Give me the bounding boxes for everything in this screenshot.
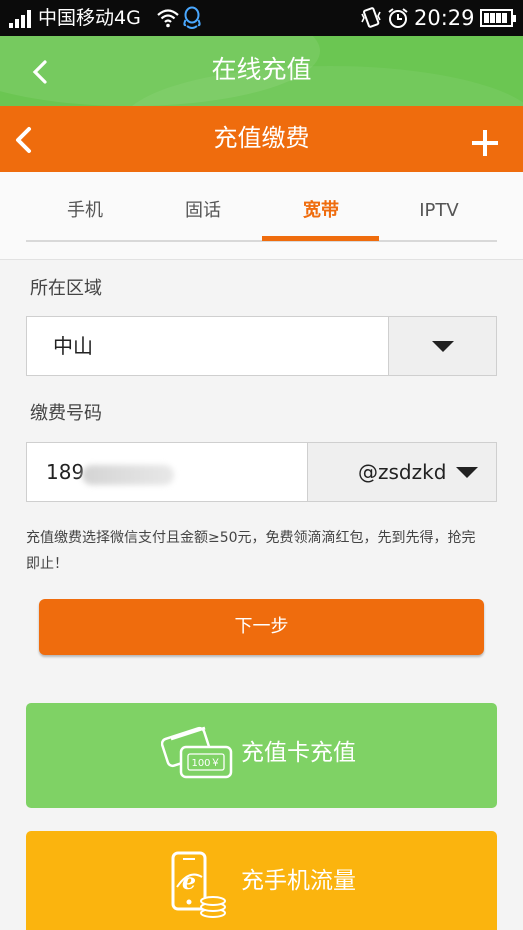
wifi-icon [157, 9, 179, 28]
carrier-label: 中国移动4G [38, 7, 141, 29]
suffix-dropdown[interactable]: @zsdzkd [307, 442, 497, 502]
alarm-icon [388, 8, 408, 28]
region-value: 中山 [53, 334, 93, 358]
inner-header: 充值缴费 [0, 106, 523, 172]
next-step-button[interactable]: 下一步 [39, 599, 484, 655]
number-label: 缴费号码 [30, 403, 102, 424]
recharge-card-icon: 100￥ [161, 726, 233, 779]
tab-iptv[interactable]: IPTV [380, 199, 498, 223]
signal-icon [9, 10, 31, 28]
region-label: 所在区域 [30, 278, 102, 299]
tab-bar: 手机 固话 宽带 IPTV [0, 172, 523, 260]
qq-icon [183, 6, 201, 29]
vibrate-icon [361, 7, 381, 28]
chevron-down-icon [432, 341, 454, 352]
tab-mobile[interactable]: 手机 [26, 199, 144, 223]
region-select[interactable]: 中山 [26, 316, 389, 376]
card-recharge-button[interactable]: 100￥ 充值卡充值 [26, 703, 497, 808]
suffix-value: @zsdzkd [358, 460, 447, 484]
promo-notice: 充值缴费选择微信支付且金额≥50元，免费领滴滴红包，先到先得，抢完即止！ [26, 530, 476, 572]
svg-text:100￥: 100￥ [191, 758, 220, 769]
data-recharge-label: 充手机流量 [241, 868, 356, 894]
active-tab-indicator [262, 236, 379, 241]
add-icon[interactable] [472, 130, 498, 156]
inner-page-title: 充值缴费 [213, 124, 310, 152]
battery-icon [480, 9, 516, 27]
phone-data-icon: e [171, 851, 226, 918]
svg-text:e: e [182, 869, 196, 895]
outer-page-title: 在线充值 [211, 55, 312, 84]
region-dropdown-button[interactable] [388, 316, 497, 376]
data-recharge-button[interactable]: e 充手机流量 [26, 831, 497, 930]
recharge-form: 所在区域 中山 缴费号码 189 @zsdzkd 充值缴费选择微信支付且金额≥5… [0, 260, 523, 930]
card-recharge-label: 充值卡充值 [241, 740, 356, 766]
status-bar: 中国移动4G 20:29 [0, 0, 523, 36]
clock-time: 20:29 [414, 6, 475, 30]
chevron-down-icon [456, 467, 478, 478]
outer-header: 在线充值 [0, 36, 523, 106]
number-value: 189 [46, 460, 85, 484]
tab-landline[interactable]: 固话 [144, 199, 262, 223]
redacted-digits [82, 465, 174, 485]
tab-broadband[interactable]: 宽带 [262, 199, 380, 223]
